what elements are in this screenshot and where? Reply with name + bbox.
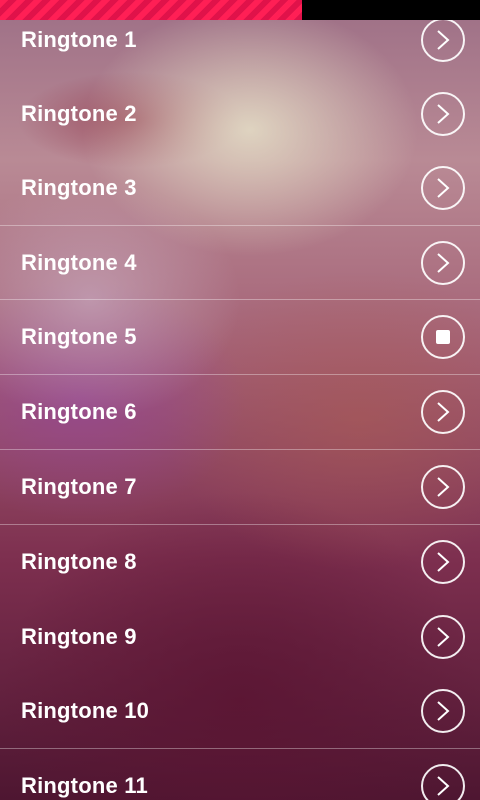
chevron-right-icon — [437, 30, 450, 50]
ringtone-list-item[interactable]: Ringtone 11 — [0, 749, 480, 800]
play-button[interactable] — [421, 92, 465, 136]
play-button[interactable] — [421, 465, 465, 509]
stop-icon — [436, 330, 450, 344]
ringtone-label: Ringtone 1 — [21, 27, 137, 52]
ringtone-list-item[interactable]: Ringtone 10 — [0, 674, 480, 748]
ringtone-label: Ringtone 4 — [21, 250, 137, 275]
ringtone-label: Ringtone 3 — [21, 175, 137, 200]
chevron-right-icon — [437, 701, 450, 721]
ringtone-list-item[interactable]: Ringtone 2 — [0, 77, 480, 151]
ringtone-label: Ringtone 8 — [21, 549, 137, 574]
chevron-right-icon — [437, 776, 450, 796]
chevron-right-icon — [437, 402, 450, 422]
play-button[interactable] — [421, 18, 465, 62]
ringtone-label: Ringtone 9 — [21, 624, 137, 649]
stop-button[interactable] — [421, 315, 465, 359]
play-button[interactable] — [421, 241, 465, 285]
play-button[interactable] — [421, 764, 465, 800]
chevron-right-icon — [437, 477, 450, 497]
ringtone-list-item[interactable]: Ringtone 4 — [0, 226, 480, 300]
ringtone-label: Ringtone 2 — [21, 101, 137, 126]
ringtone-label: Ringtone 7 — [21, 474, 137, 499]
ringtone-list-item[interactable]: Ringtone 6 — [0, 375, 480, 449]
ringtone-list-item[interactable]: Ringtone 8 — [0, 525, 480, 599]
playback-progress-bar[interactable] — [0, 0, 480, 20]
ringtone-list-item[interactable]: Ringtone 3 — [0, 151, 480, 225]
chevron-right-icon — [437, 627, 450, 647]
playback-progress-fill — [0, 0, 303, 20]
ringtone-list-item[interactable]: Ringtone 7 — [0, 450, 480, 524]
ringtone-list-item[interactable]: Ringtone 9 — [0, 600, 480, 674]
ringtone-label: Ringtone 5 — [21, 324, 137, 349]
chevron-right-icon — [437, 178, 450, 198]
ringtone-label: Ringtone 10 — [21, 698, 150, 723]
chevron-right-icon — [437, 552, 450, 572]
ringtone-label: Ringtone 11 — [21, 773, 148, 798]
play-button[interactable] — [421, 689, 465, 733]
play-button[interactable] — [421, 166, 465, 210]
chevron-right-icon — [437, 253, 450, 273]
chevron-right-icon — [437, 104, 450, 124]
play-button[interactable] — [421, 390, 465, 434]
play-button[interactable] — [421, 540, 465, 584]
play-button[interactable] — [421, 615, 465, 659]
ringtone-label: Ringtone 6 — [21, 399, 137, 424]
ringtone-list-item[interactable]: Ringtone 5 — [0, 300, 480, 374]
ringtone-screen: Ringtone 1 Ringtone 2 Ringtone 3 Rington… — [0, 0, 480, 800]
